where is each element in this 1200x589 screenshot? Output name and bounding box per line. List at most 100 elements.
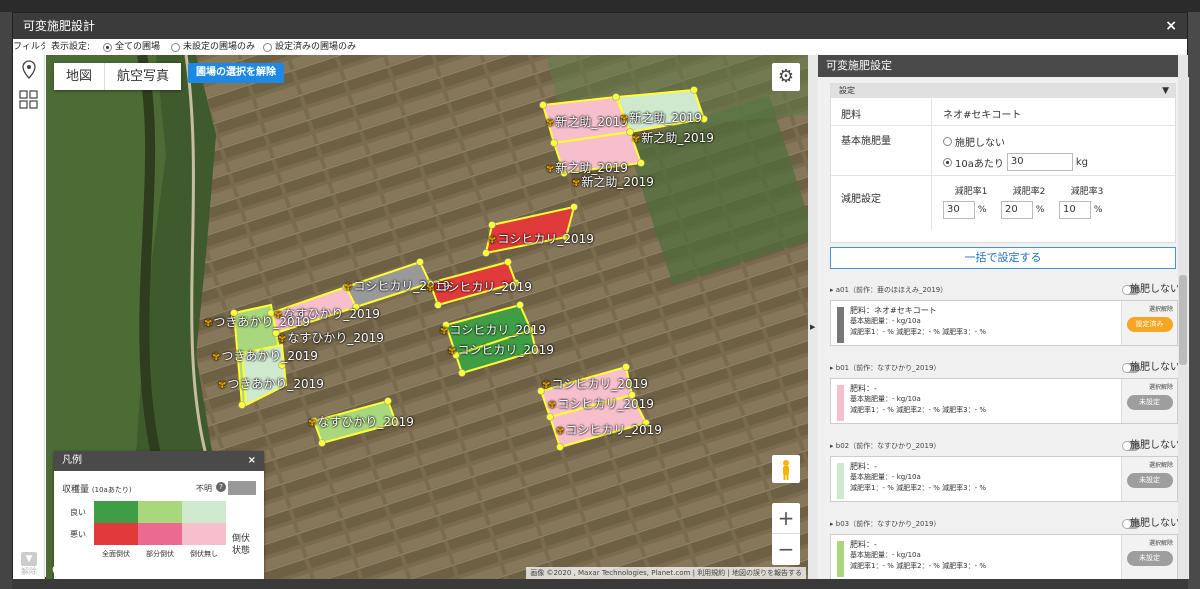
field-label[interactable]: ✾コシヒカリ_2019 [556, 421, 662, 438]
select-clear-link[interactable]: 選択解除 [1122, 538, 1177, 547]
close-icon[interactable]: × [1165, 13, 1177, 39]
color-bar [837, 385, 844, 421]
radio-no-fert[interactable]: 施肥しない [943, 134, 1005, 149]
map-pin-icon[interactable] [22, 60, 36, 79]
field-name: コシヒカリ_2019 [457, 343, 554, 357]
zoom-out-button[interactable]: − [772, 534, 800, 565]
rice-icon: ✾ [546, 118, 555, 129]
help-icon[interactable]: ? [216, 482, 226, 492]
unit-label: kg [1075, 156, 1088, 168]
caret-down-icon[interactable]: ▼ [1162, 84, 1169, 98]
radio-dot[interactable] [943, 137, 952, 146]
radio-set-fields[interactable]: 設定済みの圃場のみ [263, 39, 356, 55]
field-name: コシヒカリ_2019 [551, 377, 648, 391]
field-label[interactable]: ✾新之助_2019 [632, 129, 714, 146]
field-name: 新之助_2019 [555, 115, 628, 129]
field-label[interactable]: ✾つきあかり_2019 [212, 347, 318, 364]
field-label[interactable]: ✾コシヒカリ_2019 [426, 278, 532, 295]
terms-link[interactable]: 利用規約 [697, 569, 725, 577]
legend-swatch [94, 523, 138, 545]
field-card[interactable]: ▸ b02（前作：なすひかり_2019） 施肥しない 肥料：- 基本施肥量：- kg… [828, 437, 1180, 515]
tab-map[interactable]: 地図 [54, 63, 106, 90]
radio-unset-fields[interactable]: 未設定の圃場のみ [171, 39, 255, 55]
select-clear-link[interactable]: 選択解除 [1122, 304, 1177, 313]
card-details: 肥料：ネオ#セキコート 基本施肥量：- kg/10a 減肥率1：- % 減肥率2：-… [850, 305, 986, 338]
bulk-set-button[interactable]: 一括で設定する [830, 247, 1176, 269]
card-actions: 選択解除 未設定 [1121, 535, 1177, 579]
tab-satellite[interactable]: 航空写真 [105, 63, 181, 90]
field-label[interactable]: ✾コシヒカリ_2019 [448, 341, 554, 358]
reduction-input[interactable]: 30 [943, 201, 975, 219]
field-card[interactable]: ▸ a01（前作：亜のほほえみ_2019） 施肥しない 肥料：ネオ#セキコート 基本… [828, 281, 1180, 359]
field-label[interactable]: ✾新之助_2019 [572, 173, 654, 190]
fert-line: 肥料：ネオ#セキコート [850, 306, 937, 315]
status-badge[interactable]: 未設定 [1126, 473, 1173, 488]
field-name: つきあかり_2019 [213, 315, 310, 329]
radio-dot[interactable] [103, 42, 112, 52]
modal-title: 可変施肥設計 [23, 19, 96, 33]
zoom-in-button[interactable]: + [772, 503, 800, 534]
filter-release-button[interactable]: ▼ 解除 [18, 552, 40, 577]
background-right [1188, 12, 1200, 589]
field-label[interactable]: ✾新之助_2019 [620, 109, 702, 126]
reduction-input[interactable]: 20 [1001, 201, 1033, 219]
card-body[interactable]: 肥料：ネオ#セキコート 基本施肥量：- kg/10a 減肥率1：- % 減肥率2：-… [830, 300, 1178, 346]
field-name: コシヒカリ_2019 [449, 323, 546, 337]
clear-selection-button[interactable]: 圃場の選択を解除 [188, 63, 284, 83]
card-body[interactable]: 肥料：- 基本施肥量：- kg/10a 減肥率1：- % 減肥率2：- % 減肥率3… [830, 534, 1178, 579]
field-name: つきあかり_2019 [221, 349, 318, 363]
field-card[interactable]: ▸ b03（前作：なすひかり_2019） 施肥しない 肥料：- 基本施肥量：- kg… [828, 515, 1180, 579]
status-badge[interactable]: 未設定 [1126, 551, 1173, 566]
field-name: 新之助_2019 [581, 175, 654, 189]
field-card[interactable]: ▸ b01（前作：なすひかり_2019） 施肥しない 肥料：- 基本施肥量：- kg… [828, 359, 1180, 437]
panel-collapse-handle[interactable]: ▶ [808, 55, 818, 579]
reduction-input[interactable]: 10 [1059, 201, 1091, 219]
field-name: コシヒカリ_2019 [497, 232, 594, 246]
radio-dot[interactable] [263, 42, 272, 52]
reduction-2: 減肥率2 20 % [1001, 184, 1057, 219]
fert-line: 肥料：- [850, 384, 877, 393]
field-label[interactable]: ✾コシヒカリ_2019 [542, 375, 648, 392]
field-label[interactable]: ✾つきあかり_2019 [218, 375, 324, 392]
settings-header[interactable]: 設定 ▼ [831, 84, 1175, 98]
amount-input[interactable]: 30 [1006, 153, 1073, 171]
status-badge[interactable]: 設定済み [1126, 317, 1173, 332]
legend-header: 凡例 × [54, 451, 264, 471]
legend-close-icon[interactable]: × [248, 451, 256, 471]
field-label[interactable]: ✾コシヒカリ_2019 [440, 321, 546, 338]
radio-dot[interactable] [171, 42, 180, 52]
rice-icon: ✾ [344, 282, 353, 293]
radio-per10a[interactable]: 10aあたり 30 kg [943, 153, 1088, 171]
card-body[interactable]: 肥料：- 基本施肥量：- kg/10a 減肥率1：- % 減肥率2：- % 減肥率3… [830, 378, 1178, 424]
radio-label: 未設定の圃場のみ [183, 42, 256, 52]
field-label[interactable]: ✾コシヒカリ_2019 [488, 230, 594, 247]
select-clear-link[interactable]: 選択解除 [1122, 382, 1177, 391]
field-label[interactable]: ✾なすひかり_2019 [308, 413, 414, 430]
radio-all-fields[interactable]: 全ての圃場 [103, 39, 160, 55]
report-link[interactable]: 地図の誤りを報告する [732, 569, 802, 577]
filter-label[interactable]: フィルタ [13, 39, 45, 55]
grid-select-icon[interactable] [19, 90, 38, 109]
tool-sidebar: ▼ 解除 [13, 55, 45, 579]
map-view[interactable]: ✾新之助_2019 ✾新之助_2019 ✾新之助_2019 ✾新之助_2019 … [46, 55, 808, 579]
fertilizer-value[interactable]: ネオ#セキコート [943, 106, 1021, 121]
legend-swatch [182, 501, 226, 523]
field-label[interactable]: ✾つきあかり_2019 [204, 313, 310, 330]
field-label[interactable]: ✾なすひかり_2019 [278, 329, 384, 346]
status-badge[interactable]: 未設定 [1126, 395, 1173, 410]
field-label[interactable]: ✾新之助_2019 [546, 113, 628, 130]
color-bar [837, 307, 844, 343]
select-clear-link[interactable]: 選択解除 [1122, 460, 1177, 469]
toggle-label: 施肥しない [1130, 284, 1180, 295]
field-label[interactable]: ✾コシヒカリ_2019 [548, 395, 654, 412]
gear-icon[interactable]: ⚙ [772, 63, 800, 91]
pegman-icon[interactable] [772, 455, 800, 483]
card-body[interactable]: 肥料：- 基本施肥量：- kg/10a 減肥率1：- % 減肥率2：- % 減肥率3… [830, 456, 1178, 502]
radio-dot[interactable] [943, 157, 952, 167]
scrollbar-thumb[interactable] [1179, 275, 1187, 365]
panel-scrollbar[interactable] [1178, 55, 1188, 579]
base-line: 基本施肥量：- kg/10a [850, 473, 921, 481]
google-logo: Google [52, 563, 100, 577]
settings-label: 設定 [839, 86, 855, 95]
panel-title: 可変施肥設定 [818, 55, 1189, 77]
